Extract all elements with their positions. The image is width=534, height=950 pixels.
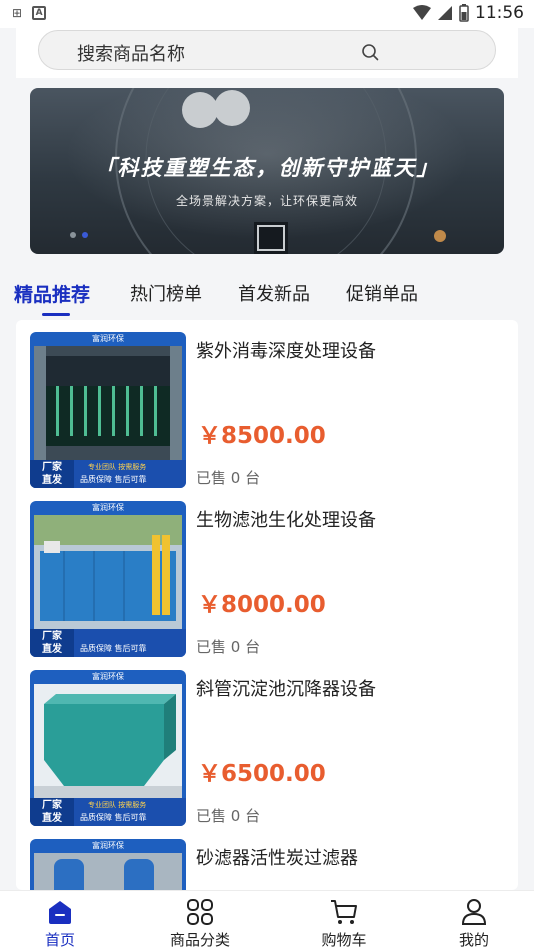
- status-left-icons: ⊞ A: [12, 6, 47, 20]
- product-image[interactable]: 富润环保 厂家 直发 专业团队 按需服务 品质保障 售后可靠: [30, 332, 186, 488]
- bottom-navigation: 首页 商品分类 购物车 我的: [0, 890, 534, 950]
- thumb-tag: 专业团队 按需服务: [88, 801, 147, 809]
- signal-icon: [438, 6, 452, 20]
- active-tab-indicator: [42, 313, 70, 316]
- banner-title: 「科技重塑生态，创新守护蓝天」: [94, 156, 440, 180]
- product-card[interactable]: 富润环保 砂滤器活性炭过滤器: [16, 827, 518, 890]
- product-name[interactable]: 生物滤池生化处理设备: [196, 506, 376, 532]
- product-price: ￥6500.00: [198, 761, 326, 787]
- thumb-tag: 专业团队 按需服务: [88, 463, 147, 471]
- carousel-indicator: [70, 232, 88, 238]
- thumb-brand: 富润环保: [92, 503, 124, 512]
- carousel-dot-active[interactable]: [82, 232, 88, 238]
- nav-profile[interactable]: 我的: [414, 891, 534, 950]
- thumb-brand: 富润环保: [92, 841, 124, 850]
- nav-cart-label: 购物车: [321, 931, 367, 949]
- tab-new-release[interactable]: 首发新品: [238, 280, 310, 306]
- product-image[interactable]: 富润环保 厂家 直发 专业团队 按需服务 品质保障 售后可靠: [30, 670, 186, 826]
- app-a-icon: A: [32, 6, 47, 20]
- battery-icon: [459, 4, 469, 22]
- tab-promotion[interactable]: 促销单品: [346, 280, 418, 306]
- nav-home-label: 首页: [44, 931, 75, 949]
- search-input[interactable]: 搜索商品名称: [77, 40, 185, 66]
- biofilter-equipment-photo: [34, 515, 182, 629]
- product-sold-count: 已售 0 台: [196, 807, 261, 825]
- thumb-brand: 富润环保: [92, 672, 124, 681]
- thumb-badge: 厂家 直发: [30, 460, 74, 488]
- nav-category[interactable]: 商品分类: [140, 891, 260, 950]
- promo-banner[interactable]: 「科技重塑生态，创新守护蓝天」 全场景解决方案，让环保更高效: [30, 88, 504, 254]
- status-bar: ⊞ A 11:56: [0, 0, 534, 28]
- nav-cart[interactable]: 购物车: [284, 891, 404, 950]
- carousel-dot[interactable]: [70, 232, 76, 238]
- product-image[interactable]: 富润环保 厂家 直发 品质保障 售后可靠: [30, 501, 186, 657]
- thumb-footer: 厂家 直发 专业团队 按需服务 品质保障 售后可靠: [30, 798, 186, 826]
- status-right: 11:56: [413, 3, 524, 23]
- sedimentation-equipment-photo: [34, 684, 182, 798]
- product-price: ￥8000.00: [198, 592, 326, 618]
- thumb-badge: 厂家 直发: [30, 629, 74, 657]
- banner-subtitle: 全场景解决方案，让环保更高效: [175, 194, 358, 208]
- thumb-text: 品质保障 售后可靠: [80, 475, 147, 484]
- product-sold-count: 已售 0 台: [196, 638, 261, 656]
- search-icon[interactable]: [361, 43, 379, 61]
- product-price: ￥8500.00: [198, 423, 326, 449]
- category-icon: [187, 899, 213, 925]
- tab-hot-list[interactable]: 热门榜单: [130, 280, 202, 306]
- status-time: 11:56: [475, 3, 524, 23]
- product-card[interactable]: 富润环保 厂家 直发 专业团队 按需服务 品质保障 售后可靠 斜管沉淀池沉降器设备…: [16, 658, 518, 826]
- thumb-brand: 富润环保: [92, 334, 124, 343]
- product-card[interactable]: 富润环保 厂家 直发 专业团队 按需服务 品质保障 售后可靠 紫外消毒深度处理设…: [16, 320, 518, 488]
- product-sold-count: 已售 0 台: [196, 469, 261, 487]
- product-image[interactable]: 富润环保: [30, 839, 186, 890]
- thumb-text: 品质保障 售后可靠: [80, 813, 147, 822]
- user-icon: [461, 899, 487, 925]
- product-name[interactable]: 砂滤器活性炭过滤器: [196, 844, 358, 870]
- tab-featured[interactable]: 精品推荐: [14, 280, 90, 307]
- thumb-badge: 厂家 直发: [30, 798, 74, 826]
- thumb-footer: 厂家 直发 专业团队 按需服务 品质保障 售后可靠: [30, 460, 186, 488]
- wifi-icon: [413, 5, 431, 20]
- search-section: 搜索商品名称: [16, 28, 518, 78]
- nav-home[interactable]: 首页: [0, 891, 120, 950]
- uv-equipment-photo: [34, 346, 182, 460]
- sand-filter-equipment-photo: [34, 853, 182, 890]
- thumb-footer: 厂家 直发 品质保障 售后可靠: [30, 629, 186, 657]
- nav-profile-label: 我的: [458, 931, 489, 949]
- product-name[interactable]: 斜管沉淀池沉降器设备: [196, 675, 376, 701]
- cart-icon: [331, 900, 357, 924]
- product-card[interactable]: 富润环保 厂家 直发 品质保障 售后可靠 生物滤池生化处理设备 ￥8000.00 …: [16, 489, 518, 657]
- home-icon: [49, 901, 71, 924]
- product-list: 富润环保 厂家 直发 专业团队 按需服务 品质保障 售后可靠 紫外消毒深度处理设…: [16, 320, 518, 890]
- product-name[interactable]: 紫外消毒深度处理设备: [196, 337, 376, 363]
- nav-category-label: 商品分类: [169, 931, 230, 949]
- thumb-text: 品质保障 售后可靠: [80, 644, 147, 653]
- notification-icon: ⊞: [12, 6, 23, 20]
- search-bar[interactable]: 搜索商品名称: [38, 30, 496, 70]
